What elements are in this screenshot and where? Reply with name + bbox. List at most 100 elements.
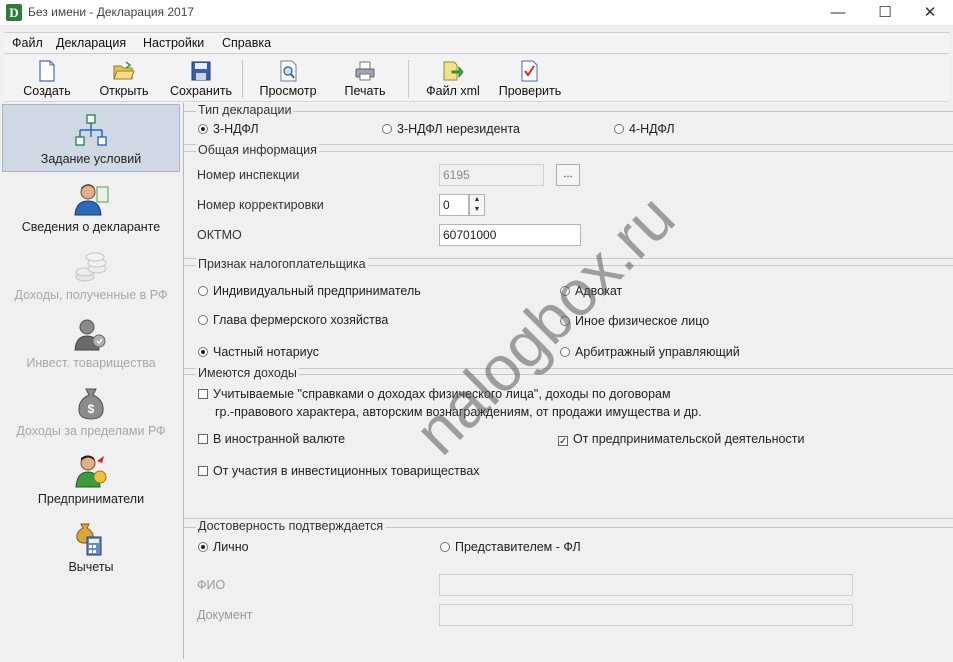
radio-label: Индивидуальный предприниматель xyxy=(213,284,421,298)
checkbox-label: Учитываемые "справками о доходах физичес… xyxy=(213,387,671,401)
partnership-icon xyxy=(74,319,106,351)
radio-indicator xyxy=(198,315,208,325)
menu-declaration[interactable]: Декларация xyxy=(56,36,126,50)
save-button[interactable]: Сохранить xyxy=(164,58,238,102)
export-xml-button[interactable]: Файл xml xyxy=(416,58,490,102)
menu-file[interactable]: Файл xyxy=(12,36,43,50)
floppy-disk-icon xyxy=(191,61,211,81)
title-bar: D Без имени - Декларация 2017 — ☐ ✕ xyxy=(0,0,953,26)
correction-label: Номер корректировки xyxy=(197,198,324,212)
nav-label-deductions: Вычеты xyxy=(68,560,114,574)
radio-3ndfl[interactable]: 3-НДФЛ xyxy=(198,122,259,136)
checkbox-indicator xyxy=(198,434,208,444)
radio-label: Арбитражный управляющий xyxy=(575,345,740,359)
export-xml-icon xyxy=(443,61,464,81)
entrepreneur-icon xyxy=(75,455,107,488)
nav-label-entrepreneurs: Предприниматели xyxy=(37,492,145,506)
check-button[interactable]: Проверить xyxy=(493,58,567,102)
radio-indicator xyxy=(198,286,208,296)
radio-label: Адвокат xyxy=(575,284,623,298)
taxpayer-legend: Признак налогоплательщика xyxy=(196,257,368,271)
maximize-button[interactable]: ☐ xyxy=(862,0,908,26)
checkbox-indicator xyxy=(198,466,208,476)
nav-item-income-abroad[interactable]: $ Доходы за пределами РФ xyxy=(2,377,180,445)
radio-indicator xyxy=(198,124,208,134)
checkbox-indicator xyxy=(198,389,208,399)
open-folder-icon xyxy=(113,61,135,80)
print-button[interactable]: Печать xyxy=(328,58,402,102)
general-info-group: Общая информация Номер инспекции 6195 ..… xyxy=(184,143,953,259)
checkbox-investment-partnerships[interactable]: От участия в инвестиционных товарищества… xyxy=(198,464,480,478)
preview-button[interactable]: Просмотр xyxy=(251,58,325,102)
create-button[interactable]: Создать xyxy=(10,58,84,102)
radio-indicator xyxy=(614,124,624,134)
radio-other-person[interactable]: Иное физическое лицо xyxy=(560,314,709,328)
radio-indicator xyxy=(198,347,208,357)
export-xml-label: Файл xml xyxy=(426,84,480,98)
nav-item-entrepreneurs[interactable]: Предприниматели xyxy=(2,445,180,513)
radio-arbitration-manager[interactable]: Арбитражный управляющий xyxy=(560,345,740,359)
radio-farm-head[interactable]: Глава фермерского хозяйства xyxy=(198,313,388,327)
checkbox-income-certificates[interactable]: Учитываемые "справками о доходах физичес… xyxy=(198,387,671,401)
taxpayer-group: Признак налогоплательщика Индивидуальный… xyxy=(184,257,953,369)
new-document-icon xyxy=(39,60,55,82)
document-label: Документ xyxy=(197,608,253,622)
radio-personal[interactable]: Лично xyxy=(198,540,249,554)
radio-label: Частный нотариус xyxy=(213,345,320,359)
svg-text:$: $ xyxy=(88,402,95,416)
radio-4ndfl-label: 4-НДФЛ xyxy=(629,122,675,136)
radio-indicator xyxy=(560,316,570,326)
printer-icon xyxy=(355,61,375,81)
nav-item-deductions[interactable]: Вычеты xyxy=(2,513,180,581)
close-button[interactable]: ✕ xyxy=(907,0,953,26)
open-button[interactable]: Открыть xyxy=(87,58,161,102)
person-icon xyxy=(74,184,109,216)
checkbox-label: От участия в инвестиционных товарищества… xyxy=(213,464,480,478)
correction-field[interactable]: 0 xyxy=(439,194,469,216)
fio-field[interactable] xyxy=(439,574,853,596)
declaration-type-legend: Тип декларации xyxy=(196,103,294,117)
spin-up-icon[interactable]: ▲ xyxy=(470,195,484,205)
radio-indicator xyxy=(440,542,450,552)
minimize-button[interactable]: — xyxy=(815,0,861,26)
deductions-icon xyxy=(76,523,102,556)
income-legend: Имеются доходы xyxy=(196,366,299,380)
radio-4ndfl[interactable]: 4-НДФЛ xyxy=(614,122,675,136)
nav-label-declarant: Сведения о декларанте xyxy=(21,220,161,234)
nav-item-conditions[interactable]: Задание условий xyxy=(2,104,180,172)
radio-individual-entrepreneur[interactable]: Индивидуальный предприниматель xyxy=(198,284,421,298)
radio-3ndfl-label: 3-НДФЛ xyxy=(213,122,259,136)
radio-indicator xyxy=(198,542,208,552)
preview-label: Просмотр xyxy=(259,84,317,98)
inspection-label: Номер инспекции xyxy=(197,168,300,182)
radio-representative[interactable]: Представителем - ФЛ xyxy=(440,540,581,554)
nav-item-partnerships[interactable]: Инвест. товарищества xyxy=(2,309,180,377)
check-document-icon xyxy=(521,60,538,82)
radio-label: Глава фермерского хозяйства xyxy=(213,313,389,327)
nav-item-declarant[interactable]: Сведения о декларанте xyxy=(2,173,180,241)
nav-label-conditions: Задание условий xyxy=(40,152,142,166)
inspection-field[interactable]: 6195 xyxy=(439,164,544,186)
checkbox-label: В иностранной валюте xyxy=(213,432,346,446)
radio-notary[interactable]: Частный нотариус xyxy=(198,345,319,359)
menu-bar: Файл Декларация Настройки Справка xyxy=(4,32,949,54)
main-form: Тип декларации 3-НДФЛ 3-НДФЛ нерезидента… xyxy=(183,103,953,659)
correction-stepper[interactable]: ▲ ▼ xyxy=(469,194,485,216)
checkbox-business-income[interactable]: ✓ От предпринимательской деятельности xyxy=(558,432,804,447)
checkbox-foreign-currency[interactable]: В иностранной валюте xyxy=(198,432,345,446)
print-label: Печать xyxy=(344,84,386,98)
radio-3ndfl-nonresident[interactable]: 3-НДФЛ нерезидента xyxy=(382,122,520,136)
confirmation-legend: Достоверность подтверждается xyxy=(196,519,386,533)
menu-help[interactable]: Справка xyxy=(222,36,271,50)
radio-label: Иное физическое лицо xyxy=(575,314,710,328)
nav-item-income-rf[interactable]: Доходы, полученные в РФ xyxy=(2,241,180,309)
window-title: Без имени - Декларация 2017 xyxy=(28,5,195,19)
spin-down-icon[interactable]: ▼ xyxy=(470,205,484,215)
save-label: Сохранить xyxy=(169,84,233,98)
inspection-browse-button[interactable]: ... xyxy=(556,164,580,186)
oktmo-field[interactable]: 60701000 xyxy=(439,224,581,246)
app-logo-icon: D xyxy=(6,4,22,21)
document-field[interactable] xyxy=(439,604,853,626)
radio-lawyer[interactable]: Адвокат xyxy=(560,284,622,298)
menu-settings[interactable]: Настройки xyxy=(143,36,204,50)
